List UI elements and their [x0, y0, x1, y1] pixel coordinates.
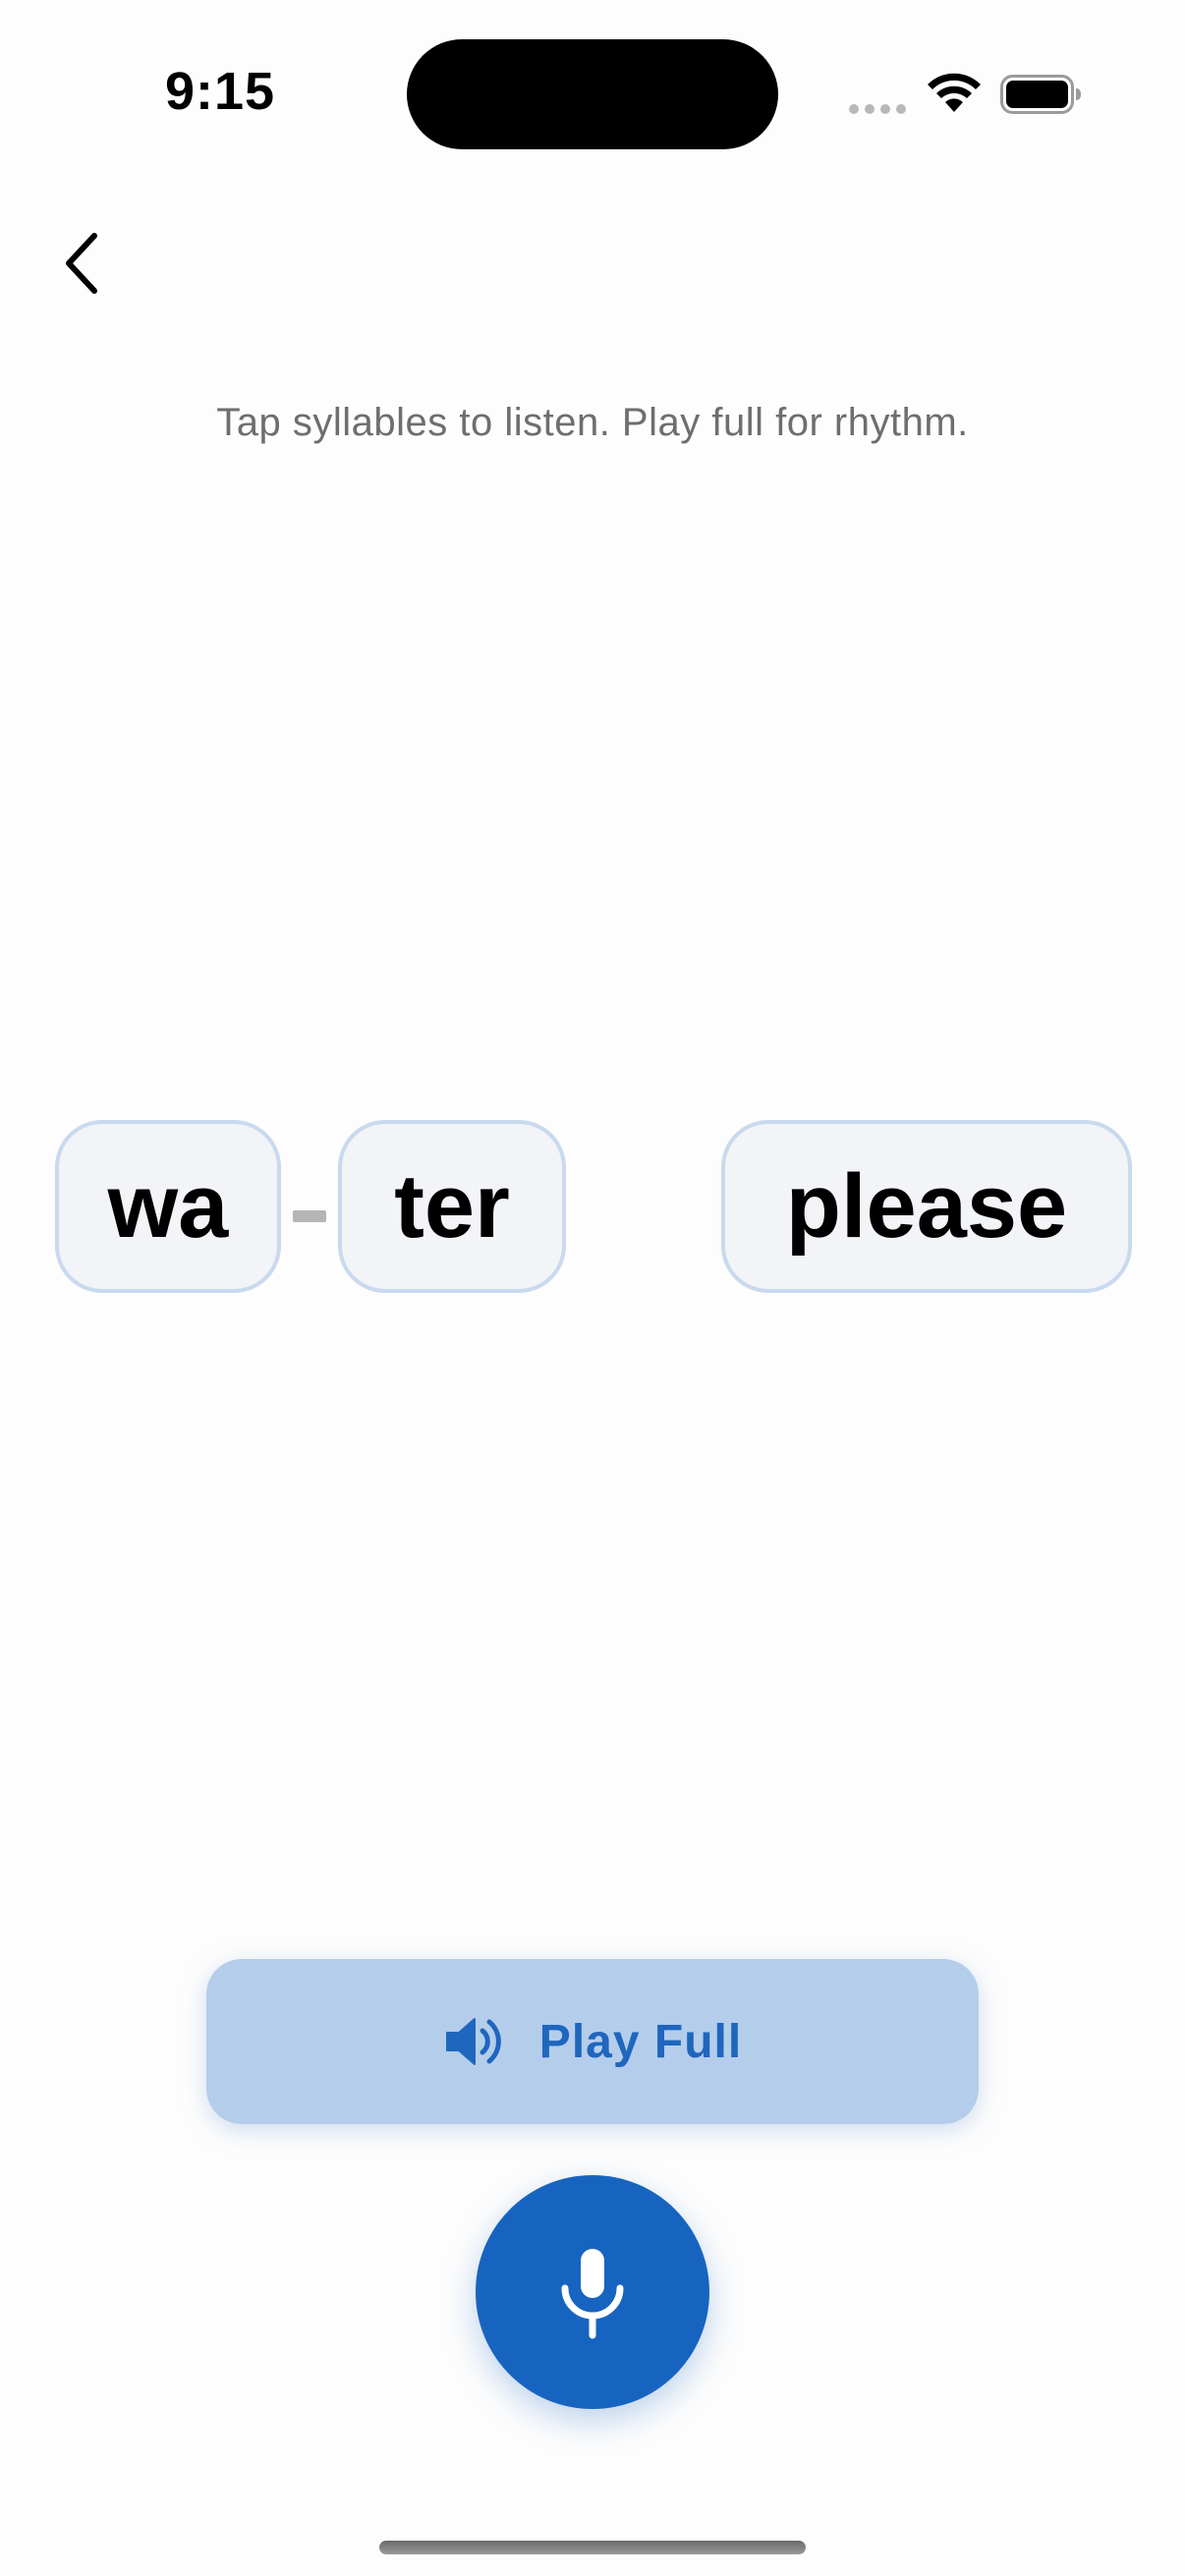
play-full-label: Play Full [538, 2015, 743, 2068]
cellular-signal-icon [849, 102, 908, 116]
play-full-button[interactable]: Play Full [206, 1959, 979, 2124]
speaker-icon [445, 2018, 501, 2065]
back-button[interactable] [51, 222, 110, 305]
battery-icon [1000, 75, 1081, 114]
dynamic-island [407, 39, 778, 149]
home-indicator[interactable] [379, 2541, 806, 2554]
syllable-chip-wa[interactable]: wa [55, 1120, 281, 1293]
chevron-left-icon [66, 233, 97, 294]
microphone-button[interactable] [476, 2175, 709, 2409]
status-time: 9:15 [165, 62, 276, 121]
syllable-chip-ter[interactable]: ter [338, 1120, 566, 1293]
microphone-icon [561, 2249, 624, 2339]
syllable-chip-please[interactable]: please [721, 1120, 1132, 1293]
wifi-icon [928, 73, 981, 112]
instruction-text: Tap syllables to listen. Play full for r… [216, 401, 969, 444]
syllable-separator [293, 1210, 326, 1222]
